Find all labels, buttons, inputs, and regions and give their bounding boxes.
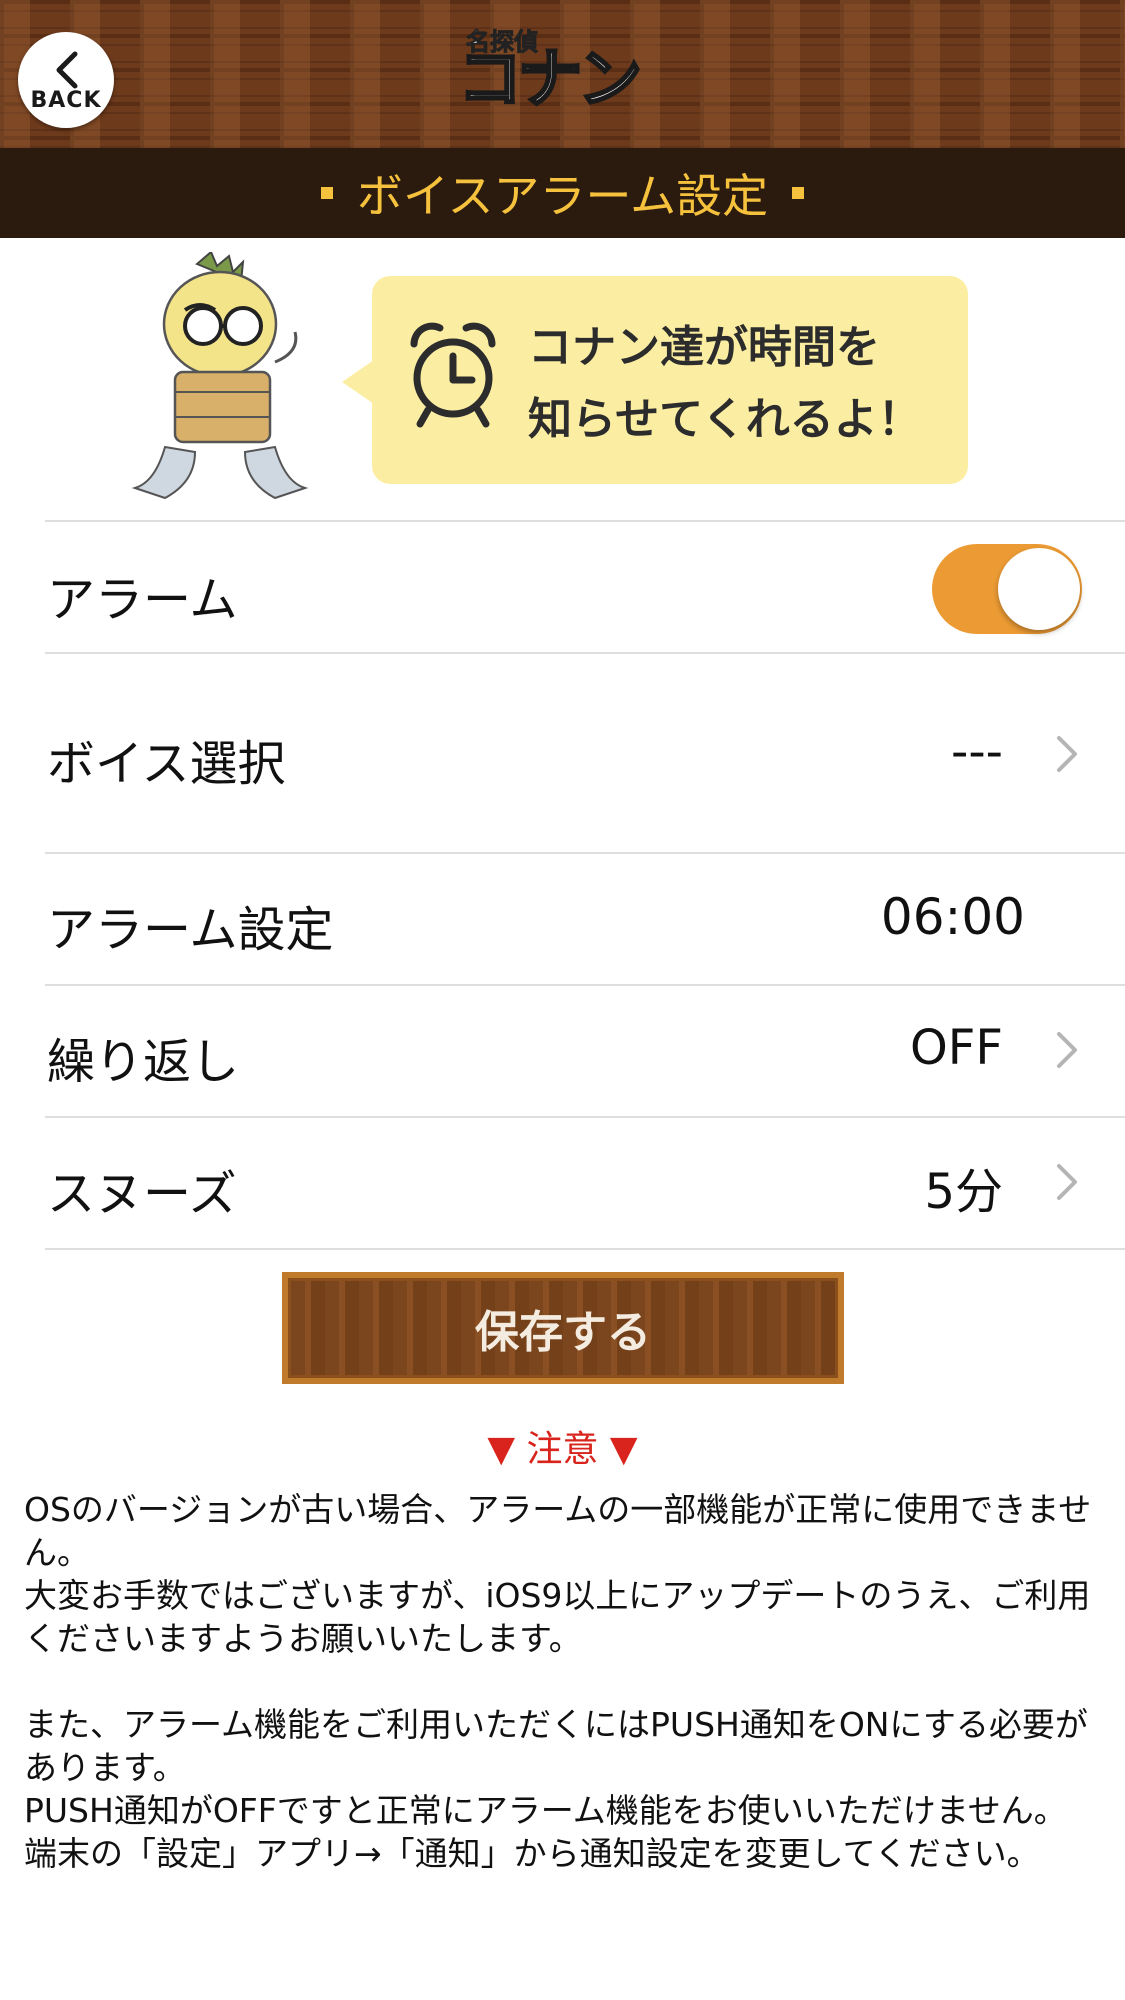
notice-paragraph-2: 大変お手数ではございますが、iOS9以上にアップデートのうえ、ご利用くださいます…	[24, 1576, 1091, 1658]
notice-spacer	[24, 1660, 1099, 1703]
mascot-illustration	[131, 252, 309, 500]
notice-paragraph-4: PUSH通知がOFFですと正常にアラーム機能をお使いいただけません。端末の「設定…	[24, 1791, 1067, 1873]
alarm-time-row[interactable]: アラーム設定 06:00	[45, 852, 1125, 984]
alarm-toggle[interactable]	[932, 544, 1082, 634]
bubble-line-2: 知らせてくれるよ！	[528, 394, 922, 445]
chevron-right-icon	[1057, 736, 1077, 772]
toggle-knob	[998, 548, 1080, 630]
title-dot-left	[320, 187, 333, 199]
chevron-left-icon	[56, 51, 78, 88]
alarm-time-label: アラーム設定	[47, 902, 334, 958]
voice-select-value: ---	[951, 724, 1003, 780]
page-title: ボイスアラーム設定	[356, 169, 769, 223]
snooze-row[interactable]: スヌーズ 5分	[45, 1116, 1125, 1250]
snooze-value: 5分	[924, 1164, 1003, 1220]
notice-body: OSのバージョンが古い場合、アラームの一部機能が正常に使用できません。 大変お手…	[24, 1488, 1099, 1875]
notice-title: ▼ 注意 ▼	[487, 1429, 638, 1470]
voice-select-row[interactable]: ボイス選択 ---	[45, 652, 1125, 852]
title-bar: ボイスアラーム設定	[0, 148, 1125, 238]
bubble-message: コナン達が時間を 知らせてくれるよ！	[528, 312, 922, 456]
bubble-line-1: コナン達が時間を	[528, 322, 880, 373]
voice-select-label: ボイス選択	[47, 736, 286, 792]
alarm-time-value[interactable]: 06:00	[881, 888, 1025, 946]
conan-logo: 名探偵 コナン	[457, 22, 663, 122]
header-bar: BACK 名探偵 コナン	[0, 0, 1125, 148]
repeat-row[interactable]: 繰り返し OFF	[45, 984, 1125, 1116]
alarm-row: アラーム	[45, 520, 1125, 652]
back-button[interactable]: BACK	[18, 32, 114, 128]
logo-main-text: コナン	[457, 43, 644, 117]
save-button-face: 保存する	[288, 1278, 838, 1378]
save-button[interactable]: 保存する	[282, 1272, 844, 1384]
notice-paragraph-3: また、アラーム機能をご利用いただくにはPUSH通知をONにする必要があります。	[24, 1705, 1088, 1787]
notice-paragraph-1: OSのバージョンが古い場合、アラームの一部機能が正常に使用できません。	[24, 1490, 1092, 1572]
alarm-clock-icon	[410, 322, 496, 428]
speech-bubble-tail	[342, 360, 374, 404]
back-label: BACK	[30, 87, 102, 113]
repeat-value: OFF	[910, 1020, 1003, 1076]
alarm-label: アラーム	[47, 572, 238, 628]
title-dot-right	[792, 187, 805, 199]
repeat-label: 繰り返し	[47, 1034, 240, 1090]
chevron-right-icon	[1057, 1032, 1077, 1068]
save-button-label: 保存する	[475, 1307, 651, 1358]
snooze-label: スヌーズ	[47, 1166, 237, 1222]
chevron-right-icon	[1057, 1164, 1077, 1200]
